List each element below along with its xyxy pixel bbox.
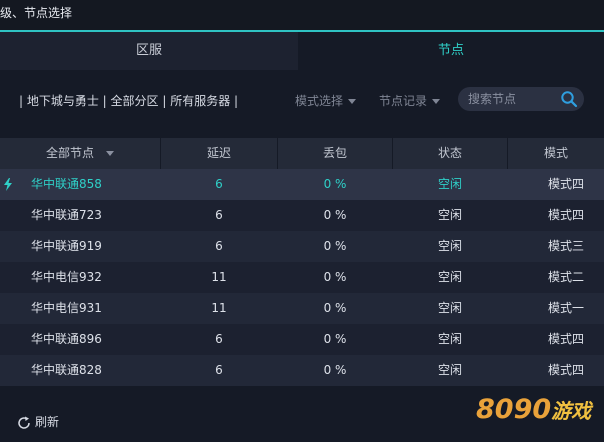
mode-select-label: 模式选择 [295,94,344,108]
chevron-down-icon [432,99,441,104]
node-name: 华中联通919 [31,239,102,253]
header-mode: 模式 [543,146,568,160]
chevron-down-icon [106,151,114,156]
node-mode: 模式一 [547,301,584,315]
table-row[interactable]: 华中联通858 6 0 % 空闲 模式四 [0,169,604,200]
node-name: 华中联通896 [31,332,102,346]
header-all-nodes[interactable]: 全部节点 [0,138,161,169]
node-loss: 0 % [323,177,347,191]
node-loss: 0 % [323,239,347,253]
node-name: 华中联通723 [31,208,102,222]
watermark-number: 8090 [476,394,552,425]
node-name: 华中联通828 [31,363,102,377]
node-delay: 6 [215,177,223,191]
search-icon[interactable] [560,90,578,108]
title-bar: 级、节点选择 [0,0,604,30]
watermark-logo: 8090游戏 [476,386,604,442]
node-loss: 0 % [323,363,347,377]
watermark-text: 8090游戏 [476,394,591,425]
node-status: 空闲 [437,332,462,346]
breadcrumb: | 地下城与勇士 | 全部分区 | 所有服务器 | [19,94,239,108]
table-row[interactable]: 华中联通919 6 0 % 空闲 模式三 [0,231,604,262]
filter-bar: | 地下城与勇士 | 全部分区 | 所有服务器 | 模式选择 节点记录 [0,70,604,138]
footer-bar: 刷新 8090游戏 [0,386,604,442]
node-table: 华中联通858 6 0 % 空闲 模式四 华中联通723 6 0 % 空闲 模式… [0,169,604,386]
node-name: 华中电信932 [31,270,102,284]
refresh-icon [18,416,30,429]
node-loss: 0 % [323,332,347,346]
node-status: 空闲 [437,363,462,377]
node-status: 空闲 [437,239,462,253]
node-name: 华中电信931 [31,301,102,315]
node-status: 空闲 [437,177,462,191]
search-box [458,87,584,111]
node-mode: 模式四 [547,363,584,377]
watermark-suffix: 游戏 [551,399,592,423]
node-status: 空闲 [437,301,462,315]
table-row[interactable]: 华中电信932 11 0 % 空闲 模式二 [0,262,604,293]
lightning-icon [4,178,12,191]
table-row[interactable]: 华中电信931 11 0 % 空闲 模式一 [0,293,604,324]
node-status: 空闲 [437,270,462,284]
node-delay: 11 [211,301,227,315]
node-delay: 6 [215,332,223,346]
node-loss: 0 % [323,301,347,315]
tab-bar: 区服 节点 [0,32,604,70]
chevron-down-icon [348,99,357,104]
node-status: 空闲 [437,208,462,222]
table-row[interactable]: 华中联通828 6 0 % 空闲 模式四 [0,355,604,386]
node-mode: 模式三 [547,239,584,253]
window-title: 级、节点选择 [0,6,73,20]
header-all-nodes-label: 全部节点 [45,146,94,160]
node-record-select[interactable]: 节点记录 [379,92,441,109]
refresh-button[interactable]: 刷新 [16,413,59,431]
mode-select[interactable]: 模式选择 [295,92,357,109]
node-delay: 6 [215,363,223,377]
node-loss: 0 % [323,270,347,284]
tab-nodes[interactable]: 节点 [298,32,604,70]
header-loss: 丢包 [278,138,393,169]
node-record-select-label: 节点记录 [379,94,428,108]
node-mode: 模式四 [547,332,584,346]
header-delay: 延迟 [161,138,278,169]
table-header: 全部节点 延迟 丢包 状态 模式 [0,138,604,169]
header-status: 状态 [393,138,508,169]
table-row[interactable]: 华中联通723 6 0 % 空闲 模式四 [0,200,604,231]
node-delay: 6 [215,208,223,222]
table-row[interactable]: 华中联通896 6 0 % 空闲 模式四 [0,324,604,355]
node-delay: 11 [211,270,227,284]
node-mode: 模式四 [547,177,584,191]
node-loss: 0 % [323,208,347,222]
search-input[interactable] [468,90,554,108]
refresh-label: 刷新 [35,415,60,429]
node-mode: 模式四 [547,208,584,222]
node-mode: 模式二 [547,270,584,284]
node-delay: 6 [215,239,223,253]
tab-servers[interactable]: 区服 [0,32,298,70]
node-name: 华中联通858 [31,177,102,191]
